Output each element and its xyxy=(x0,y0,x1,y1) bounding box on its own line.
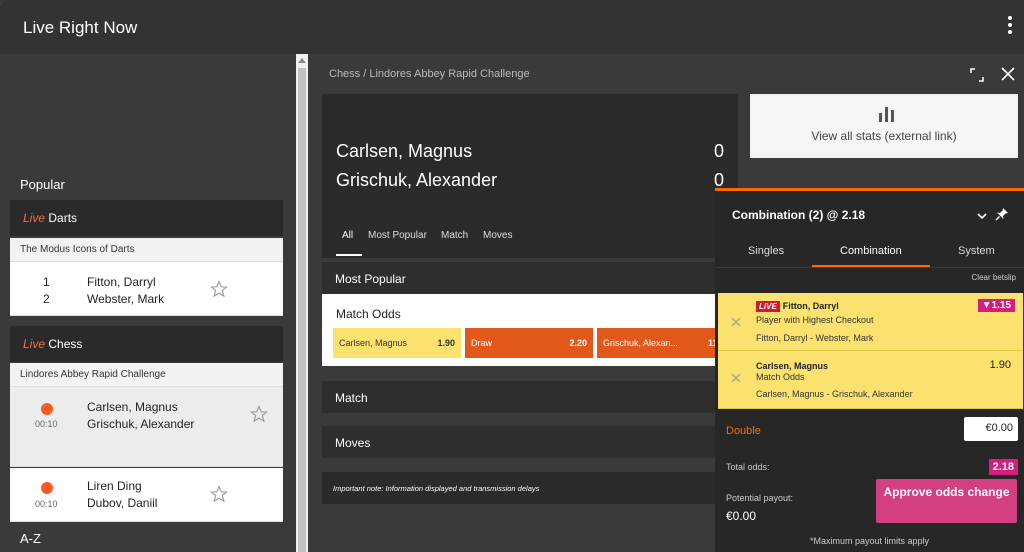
total-odds-label: Total odds: xyxy=(726,462,770,472)
match-time: 00:10 xyxy=(35,499,58,509)
sport-header-darts[interactable]: Live Darts xyxy=(10,200,283,236)
betslip-selection[interactable]: Carlsen, Magnus Match Odds Carlsen, Magn… xyxy=(718,351,1023,409)
section-moves[interactable]: Moves xyxy=(322,426,738,458)
selection-event: Carlsen, Magnus - Grischuk, Alexander xyxy=(756,389,913,399)
player-home: Liren Ding xyxy=(87,479,142,493)
active-tab-indicator xyxy=(336,254,362,256)
favorite-star-icon[interactable] xyxy=(210,485,228,503)
score-home: 1 xyxy=(43,275,50,289)
tab-all[interactable]: All xyxy=(342,230,353,241)
tab-most-popular[interactable]: Most Popular xyxy=(368,230,427,241)
close-icon[interactable] xyxy=(1001,67,1015,81)
approve-odds-change-button[interactable]: Approve odds change xyxy=(876,479,1017,523)
chevron-down-icon[interactable] xyxy=(977,211,987,221)
bet-type-label: Double xyxy=(726,425,761,437)
bar-chart-icon xyxy=(879,107,894,122)
popular-heading: Popular xyxy=(20,177,65,192)
potential-payout-label: Potential payout: xyxy=(726,493,794,503)
player-home: Fitton, Darryl xyxy=(87,275,156,289)
odds-label: Grischuk, Alexan... xyxy=(603,338,679,348)
odds-value: 2.20 xyxy=(569,338,587,348)
tab-singles[interactable]: Singles xyxy=(748,245,784,257)
section-most-popular[interactable]: Most Popular xyxy=(322,262,738,294)
divider xyxy=(715,267,1024,268)
stake-input[interactable]: €0.00 xyxy=(964,417,1018,441)
tab-moves[interactable]: Moves xyxy=(483,230,512,241)
odds-label: Draw xyxy=(471,338,493,348)
odds-button-draw[interactable]: Draw 2.20 xyxy=(465,328,593,358)
favorite-star-icon[interactable] xyxy=(210,280,228,298)
score-away: 2 xyxy=(43,292,50,306)
match-row[interactable]: 00:10 Liren Ding Dubov, Daniil xyxy=(10,468,283,522)
section-match[interactable]: Match xyxy=(322,381,738,413)
live-dot-icon xyxy=(41,482,53,494)
market-title: Match Odds xyxy=(336,307,401,321)
match-odds-market: Match Odds Carlsen, Magnus 1.90 Draw 2.2… xyxy=(322,294,738,366)
scrollbar-thumb[interactable] xyxy=(298,68,306,552)
scroll-up-icon[interactable] xyxy=(298,58,306,63)
selection-market: Player with Highest Checkout xyxy=(756,315,874,325)
odds-value: 1.90 xyxy=(437,338,455,348)
match-time: 00:10 xyxy=(35,419,58,429)
betslip-panel: Combination (2) @ 2.18 Singles Combinati… xyxy=(715,188,1024,552)
selection-name: Fitton, Darryl xyxy=(782,301,839,311)
league-header[interactable]: Lindores Abbey Rapid Challenge xyxy=(10,363,283,387)
remove-selection-icon[interactable] xyxy=(731,373,741,383)
league-header[interactable]: The Modus Icons of Darts xyxy=(10,238,283,262)
match-row[interactable]: 00:10 Carlsen, Magnus Grischuk, Alexande… xyxy=(10,387,283,467)
live-label: Live xyxy=(23,337,46,351)
breadcrumb[interactable]: Chess / Lindores Abbey Rapid Challenge xyxy=(329,68,530,80)
tab-match[interactable]: Match xyxy=(441,230,468,241)
clear-betslip-link[interactable]: Clear betslip xyxy=(972,273,1016,282)
potential-payout-value: €0.00 xyxy=(726,509,757,523)
live-badge: LIVE xyxy=(756,301,780,312)
player-away: Webster, Mark xyxy=(87,292,165,306)
az-heading: A-Z xyxy=(20,531,41,546)
selection-odds: 1.90 xyxy=(989,359,1011,371)
player-away: Grischuk, Alexander xyxy=(87,417,195,431)
sport-header-chess[interactable]: Live Chess xyxy=(10,326,283,362)
player-home: Carlsen, Magnus xyxy=(87,400,178,414)
live-label: Live xyxy=(23,211,46,225)
active-tab-indicator xyxy=(812,265,930,267)
page-title: Live Right Now xyxy=(23,18,138,37)
scoreboard: Carlsen, Magnus Grischuk, Alexander 0 0 … xyxy=(322,94,738,258)
home-score: 0 xyxy=(713,141,724,161)
view-stats-label: View all stats (external link) xyxy=(811,129,957,143)
sport-name: Chess xyxy=(48,337,83,351)
tab-system[interactable]: System xyxy=(958,245,995,257)
player-away: Dubov, Daniil xyxy=(87,496,158,510)
remove-selection-icon[interactable] xyxy=(731,317,741,327)
odds-button-home[interactable]: Carlsen, Magnus 1.90 xyxy=(333,328,461,358)
selection-market: Match Odds xyxy=(756,372,805,382)
total-odds-value: 2.18 xyxy=(988,459,1018,475)
scrollbar[interactable] xyxy=(296,54,308,552)
selection-name: Carlsen, Magnus xyxy=(756,361,829,371)
home-player-name: Carlsen, Magnus xyxy=(336,141,473,161)
info-note: Important note: Information displayed an… xyxy=(322,472,738,504)
top-bar: Live Right Now xyxy=(0,0,1024,54)
tab-combination[interactable]: Combination xyxy=(840,245,902,257)
view-stats-link[interactable]: View all stats (external link) xyxy=(750,94,1018,158)
odds-label: Carlsen, Magnus xyxy=(339,338,408,348)
favorite-star-icon[interactable] xyxy=(250,405,268,423)
expand-icon[interactable] xyxy=(970,68,984,82)
away-player-name: Grischuk, Alexander xyxy=(336,170,498,190)
match-row[interactable]: 1 2 Fitton, Darryl Webster, Mark xyxy=(10,262,283,316)
more-menu-icon[interactable] xyxy=(1006,16,1014,36)
sport-name: Darts xyxy=(48,211,78,225)
betslip-selection[interactable]: LIVE Fitton, Darryl Player with Highest C… xyxy=(718,293,1023,351)
selection-event: Fitton, Darryl - Webster, Mark xyxy=(756,333,874,343)
selection-odds-changed: ▼1.15 xyxy=(977,299,1015,312)
pin-icon[interactable] xyxy=(995,207,1009,221)
betslip-title: Combination (2) @ 2.18 xyxy=(732,208,866,222)
max-payout-note: *Maximum payout limits apply xyxy=(809,536,930,546)
live-dot-icon xyxy=(41,403,53,415)
